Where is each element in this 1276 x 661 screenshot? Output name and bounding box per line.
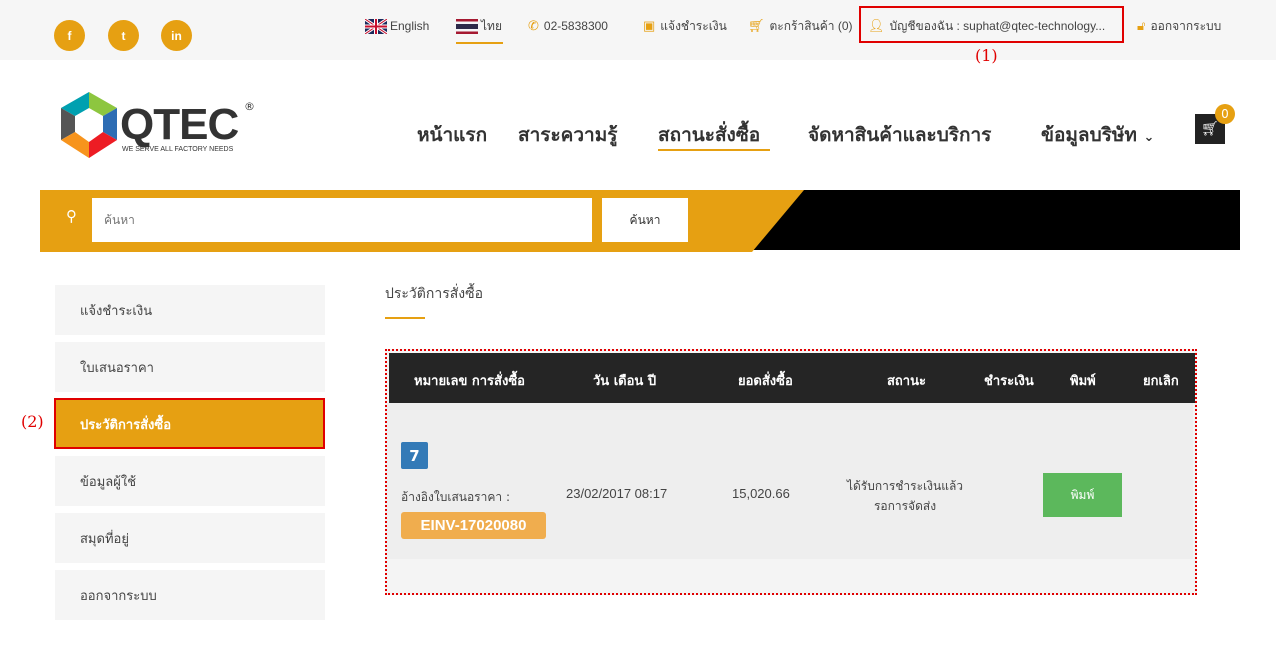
active-language-underline — [456, 42, 503, 44]
language-english-link[interactable]: English — [365, 16, 429, 36]
logo-registered: ® — [244, 100, 255, 113]
thai-flag-icon — [456, 18, 478, 34]
sidebar-item-logout[interactable]: ออกจากระบบ — [55, 570, 325, 620]
logo-cube-icon — [61, 92, 117, 158]
linkedin-icon[interactable]: in — [161, 20, 192, 51]
logout-label: ออกจากระบบ — [1150, 18, 1222, 33]
sidebar-item-address-book[interactable]: สมุดที่อยู่ — [55, 513, 325, 563]
column-header-date: วัน เดือน ปี — [593, 374, 657, 389]
annotation-box-2 — [54, 398, 325, 449]
logo-wordmark: QTEC — [120, 100, 239, 149]
order-history-table: หมายเลข การสั่งซื้อ วัน เดือน ปี ยอดสั่ง… — [385, 349, 1197, 595]
nav-active-underline — [658, 149, 770, 151]
column-header-order-no: หมายเลข การสั่งซื้อ — [414, 374, 525, 389]
print-button[interactable]: พิมพ์ — [1043, 473, 1122, 517]
nav-company-info[interactable]: ข้อมูลบริษัท ⌄ — [1041, 120, 1154, 150]
order-date: 23/02/2017 08:17 — [566, 486, 668, 501]
payment-notice-link[interactable]: ▣ แจ้งชำระเงิน — [643, 16, 727, 36]
phone-link[interactable]: ✆ 02-5838300 — [528, 16, 608, 36]
column-header-cancel: ยกเลิก — [1143, 374, 1179, 389]
nav-order-status[interactable]: สถานะสั่งซื้อ — [658, 120, 760, 150]
status-line-2: รอการจัดส่ง — [873, 499, 937, 513]
payment-notice-label: แจ้งชำระเงิน — [660, 18, 727, 33]
unlock-icon: 🔓︎ — [1137, 18, 1146, 33]
title-underline — [385, 317, 425, 319]
thai-label: ไทย — [481, 18, 502, 33]
english-label: English — [390, 19, 430, 33]
order-amount: 15,020.66 — [732, 486, 790, 501]
search-icon: ⚲ — [66, 207, 77, 225]
column-header-amount: ยอดสั่งซื้อ — [738, 374, 793, 389]
cart-icon: 🛒︎ — [1201, 121, 1219, 137]
search-input[interactable] — [92, 198, 592, 242]
nav-company-label: ข้อมูลบริษัท — [1041, 124, 1137, 146]
cart-label: ตะกร้าสินค้า (0) — [769, 18, 853, 33]
chevron-down-icon: ⌄ — [1143, 130, 1155, 145]
order-number-badge[interactable]: 7 — [401, 442, 428, 469]
logout-link[interactable]: 🔓︎ ออกจากระบบ — [1137, 16, 1221, 36]
nav-products-services[interactable]: จัดหาสินค้าและบริการ — [808, 120, 991, 150]
order-status: ได้รับการชำระเงินแล้ว รอการจัดส่ง — [830, 476, 980, 516]
search-band-dark — [748, 190, 1240, 250]
qtec-logo[interactable]: QTEC ® WE SERVE ALL FACTORY NEEDS — [54, 90, 255, 160]
twitter-icon[interactable]: t — [108, 20, 139, 51]
logo-tagline: WE SERVE ALL FACTORY NEEDS — [122, 146, 234, 153]
annotation-label-2: (2) — [21, 412, 44, 431]
nav-knowledge[interactable]: สาระความรู้ — [518, 120, 617, 150]
table-header: หมายเลข การสั่งซื้อ วัน เดือน ปี ยอดสั่ง… — [389, 353, 1195, 403]
column-header-payment: ชำระเงิน — [984, 374, 1034, 389]
quotation-ref-label: อ้างอิงใบเสนอราคา : — [401, 490, 510, 504]
phone-icon: ✆ — [528, 18, 539, 33]
sidebar-item-user-info[interactable]: ข้อมูลผู้ใช้ — [55, 456, 325, 506]
column-header-print: พิมพ์ — [1070, 374, 1096, 389]
column-header-status: สถานะ — [887, 374, 926, 389]
money-icon: ▣ — [643, 18, 656, 33]
page-title: ประวัติการสั่งซื้อ — [385, 286, 484, 302]
sidebar-item-payment-notice[interactable]: แจ้งชำระเงิน — [55, 285, 325, 335]
search-button[interactable]: ค้นหา — [602, 198, 688, 242]
quotation-ref-code[interactable]: EINV-17020080 — [401, 512, 546, 539]
nav-home[interactable]: หน้าแรก — [417, 120, 487, 150]
phone-number: 02-5838300 — [543, 19, 608, 33]
sidebar-item-quotations[interactable]: ใบเสนอราคา — [55, 342, 325, 392]
facebook-icon[interactable]: f — [54, 20, 85, 51]
cart-count-badge: 0 — [1215, 104, 1235, 124]
cart-link[interactable]: 🛒︎ ตะกร้าสินค้า (0) — [748, 16, 853, 36]
language-thai-link[interactable]: ไทย — [456, 16, 502, 36]
uk-flag-icon — [365, 18, 387, 34]
cart-icon: 🛒︎ — [748, 18, 765, 33]
annotation-box-1 — [859, 6, 1124, 43]
annotation-label-1: (1) — [975, 46, 998, 65]
status-line-1: ได้รับการชำระเงินแล้ว — [846, 479, 964, 493]
